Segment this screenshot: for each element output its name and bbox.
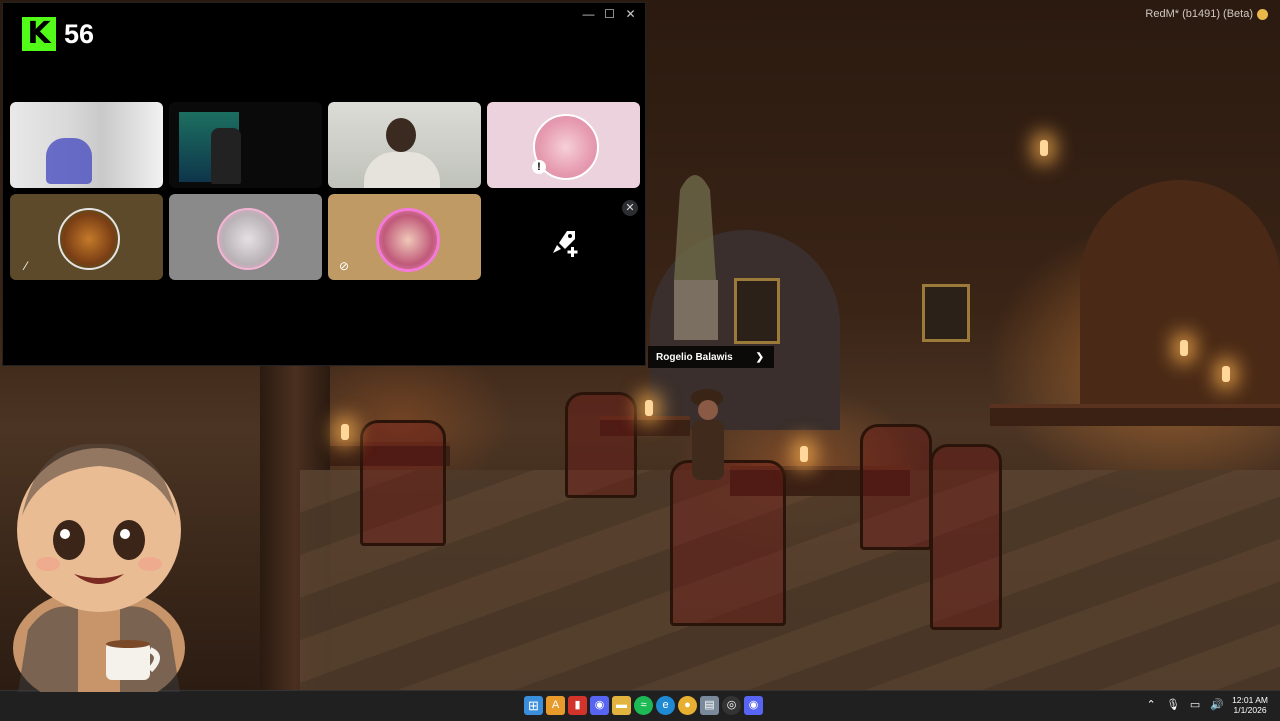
participant-tile-avatar[interactable] [169,194,322,280]
chair [565,392,637,498]
mic-muted-icon: ⁄ [24,259,27,273]
player-character [691,389,724,480]
edge-icon[interactable]: e [656,696,675,715]
game-window-title: RedM* (b1491) (Beta) [1145,8,1268,20]
participant-tile-video[interactable] [10,102,163,188]
portrait-painting [734,278,780,344]
warning-icon: ! [532,160,546,174]
windows-taskbar: ⊞ A ▮ ◉ ▬ ≈ e ● ▤ ◎ ◉ ⌃ 🎙 ▭ 🔊 12:01 AM 1… [0,690,1280,721]
viewer-count: 56 [64,18,95,49]
voice-call-window[interactable]: — ☐ ✕ ! ⁄ ⊘ ✕ [2,2,646,366]
start-icon[interactable]: ⊞ [524,696,543,715]
network-icon[interactable]: ▭ [1188,698,1202,712]
clock-date: 1/1/2026 [1233,705,1267,715]
candle [1180,340,1188,356]
folder-icon[interactable]: ▬ [612,696,631,715]
maximize-button[interactable]: ☐ [599,5,620,23]
close-tile-button[interactable]: ✕ [622,200,638,216]
participant-tile-avatar[interactable]: ⊘ [328,194,481,280]
discord-icon[interactable]: ◉ [590,696,609,715]
participant-avatar [375,208,440,272]
participant-avatar [57,208,120,270]
notepad-icon[interactable]: ▤ [700,696,719,715]
player-name: Rogelio Balawis [656,351,733,363]
candle [645,400,653,416]
chevron-up-icon[interactable]: ⌃ [1144,698,1158,712]
candle [341,424,349,440]
stone-arch-bar [1080,180,1280,410]
candle [1222,366,1230,382]
system-tray: ⌃ 🎙 ▭ 🔊 12:01 AM 1/1/2026 [1144,695,1268,715]
participant-tile-video[interactable] [169,102,322,188]
candle [1040,140,1048,156]
streamer-mascot [13,443,185,692]
chair [930,444,1002,630]
discord-icon-2[interactable]: ◉ [744,696,763,715]
video-feed-blurred [46,138,92,184]
tiled-floor [300,470,1280,690]
taskbar-apps: ⊞ A ▮ ◉ ▬ ≈ e ● ▤ ◎ ◉ [524,696,763,715]
close-button[interactable]: ✕ [620,5,641,23]
video-feed-person [358,118,440,188]
smiley-icon [1257,8,1268,20]
kick-viewer-badge: K 56 [22,12,120,56]
candle [800,446,808,462]
file-explorer-icon[interactable]: A [546,696,565,715]
chevron-right-icon: ❯ [755,351,764,363]
kick-logo-icon: K [22,17,56,51]
minimize-button[interactable]: — [578,5,599,23]
gaming-chair-shape [211,128,241,184]
chrome-icon[interactable]: ● [678,696,697,715]
volume-icon[interactable]: 🔊 [1210,698,1224,712]
participant-avatar [216,208,279,270]
spotify-icon[interactable]: ≈ [634,696,653,715]
wall-frame [922,284,970,342]
obs-icon[interactable]: ◎ [722,696,741,715]
office-icon[interactable]: ▮ [568,696,587,715]
game-title-text: RedM* (b1491) (Beta) [1145,8,1253,20]
chair [860,424,932,550]
participant-tile-avatar[interactable]: ! [487,102,640,188]
bar-counter [990,404,1280,426]
statue [674,175,718,340]
clock-time: 12:01 AM [1232,695,1268,705]
participant-tile-avatar[interactable]: ⁄ [10,194,163,280]
rocket-plus-icon [553,231,578,257]
microphone-icon[interactable]: 🎙 [1166,698,1180,712]
invite-activity-button[interactable] [549,227,581,259]
participant-tile-video[interactable] [328,102,481,188]
chair [360,420,446,546]
window-controls: — ☐ ✕ [578,5,641,23]
camera-off-icon: ⊘ [338,259,350,273]
clock[interactable]: 12:01 AM 1/1/2026 [1232,695,1268,715]
player-nameplate[interactable]: Rogelio Balawis ❯ [648,346,774,368]
